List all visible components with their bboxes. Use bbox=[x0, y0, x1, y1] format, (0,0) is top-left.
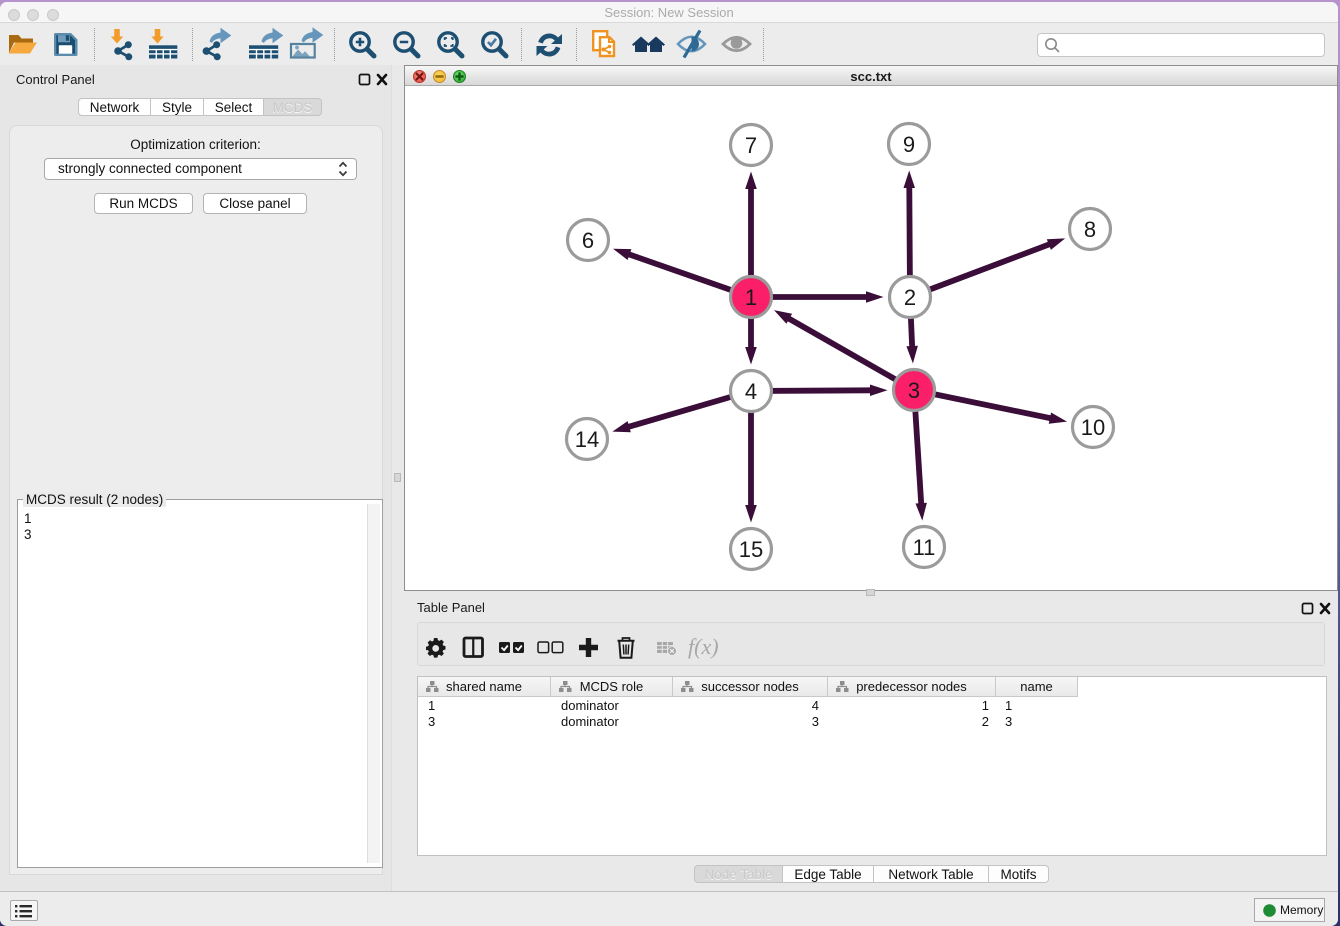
svg-text:1: 1 bbox=[745, 285, 757, 310]
svg-text:6: 6 bbox=[582, 228, 594, 253]
svg-text:2: 2 bbox=[904, 285, 916, 310]
svg-text:7: 7 bbox=[745, 133, 757, 158]
svg-text:4: 4 bbox=[745, 379, 757, 404]
svg-text:14: 14 bbox=[575, 427, 599, 452]
svg-text:3: 3 bbox=[908, 378, 920, 403]
svg-text:f(x): f(x) bbox=[688, 634, 719, 659]
svg-text:10: 10 bbox=[1081, 415, 1105, 440]
svg-text:9: 9 bbox=[903, 132, 915, 157]
svg-text:8: 8 bbox=[1084, 217, 1096, 242]
svg-text:11: 11 bbox=[913, 535, 936, 560]
svg-text:15: 15 bbox=[739, 537, 763, 562]
